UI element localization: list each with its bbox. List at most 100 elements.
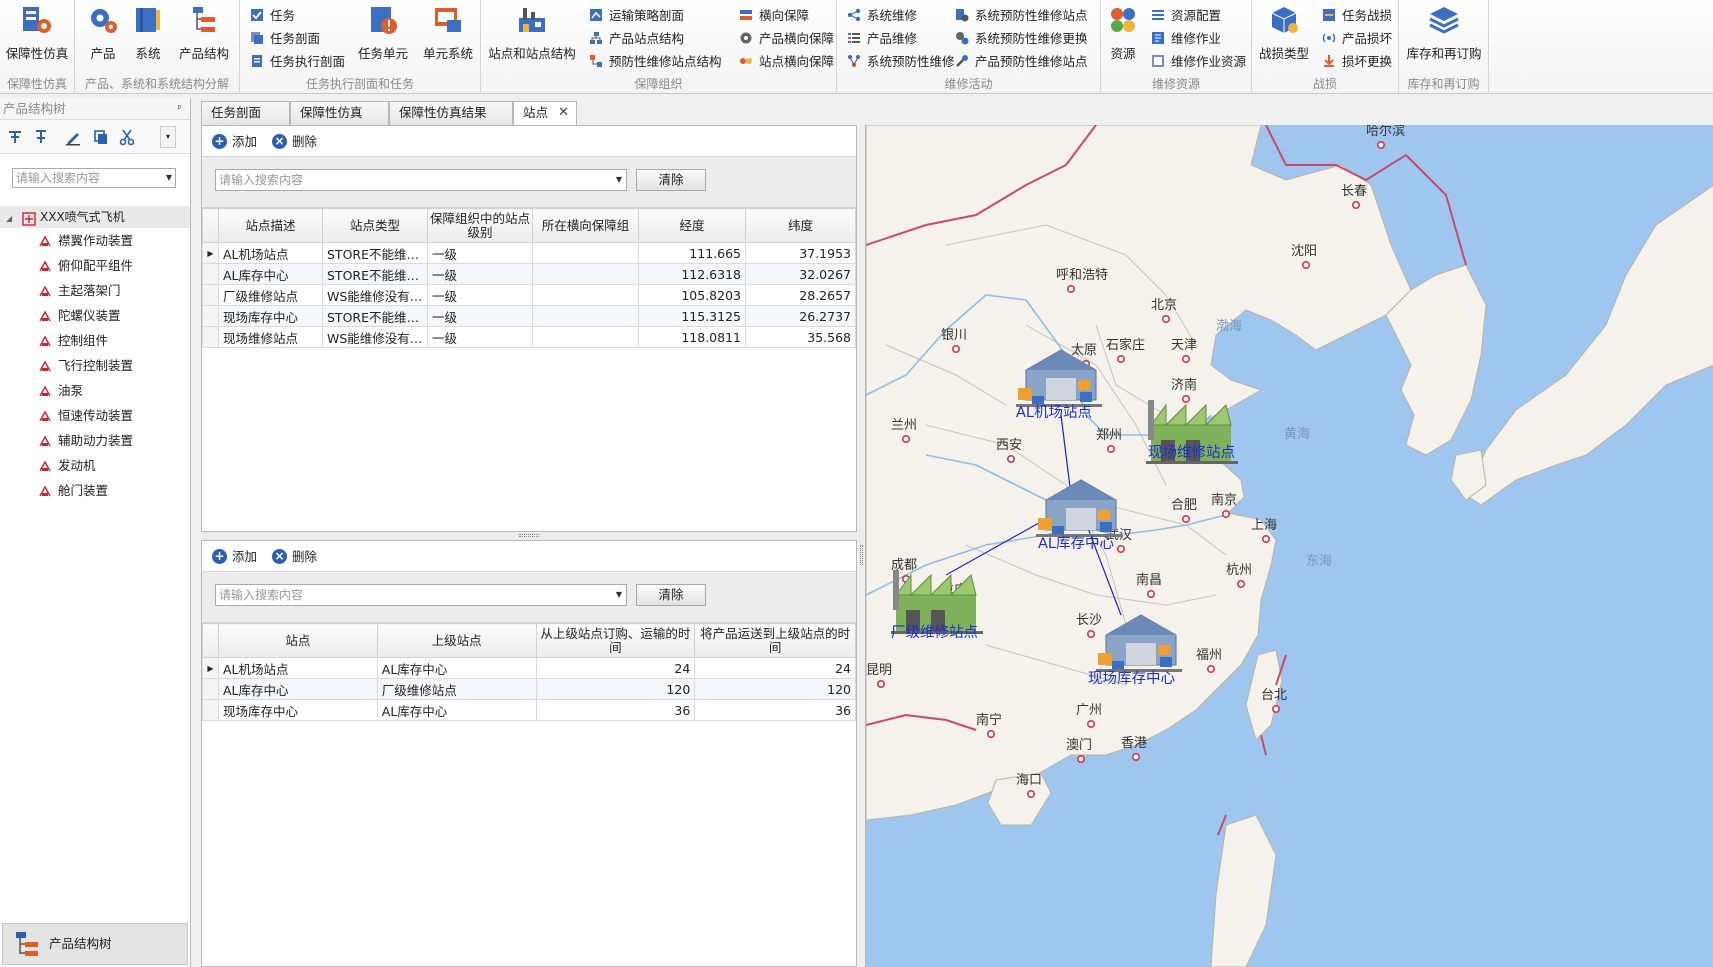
table-cell[interactable]: AL库存中心 — [217, 678, 378, 700]
dropdown-arrow-icon[interactable]: ▼ — [616, 170, 622, 190]
table-cell[interactable]: 120 — [694, 678, 856, 700]
table-row[interactable]: 现场库存中心 STORE不能维… 一级 115.3125 26.2737 — [202, 305, 856, 327]
sites-clear-button[interactable]: 清除 — [636, 169, 706, 191]
tree-item[interactable]: 俯仰配平组件 — [0, 253, 190, 278]
toolbar-overflow-button[interactable]: ▾ — [160, 126, 176, 148]
tree-item[interactable]: 襟翼作动装置 — [0, 228, 190, 253]
battle-type-button[interactable]: 战损类型 — [1254, 4, 1314, 62]
table-cell[interactable]: 一级 — [427, 284, 533, 306]
collapse-icon[interactable]: ◢ — [6, 214, 12, 223]
table-cell[interactable]: 118.0811 — [638, 326, 746, 348]
table-row[interactable]: 厂级维修站点 WS能维修没有… 一级 105.8203 28.2657 — [202, 284, 856, 306]
sys-prev-replace-button[interactable]: 系统预防性维修更换 — [955, 29, 1088, 49]
product-lateral-button[interactable]: 产品横向保障 — [739, 29, 834, 49]
sites-button[interactable]: 站点和站点结构 — [487, 4, 577, 62]
table-cell[interactable]: STORE不能维… — [322, 242, 428, 264]
table-cell[interactable]: STORE不能维… — [322, 263, 428, 285]
row-indicator[interactable]: ▶ — [202, 242, 219, 264]
table-cell[interactable] — [532, 263, 639, 285]
row-indicator[interactable] — [202, 263, 219, 285]
system-button[interactable]: 系统 — [128, 4, 168, 62]
resources-button[interactable]: 资源 — [1105, 4, 1141, 62]
tab-support-sim-result[interactable]: 保障性仿真结果 — [389, 101, 513, 125]
table-cell[interactable]: 105.8203 — [638, 284, 746, 306]
delete-site-button[interactable]: × 删除 — [272, 133, 317, 151]
tab-sites[interactable]: 站点 ✕ — [513, 101, 577, 126]
delete-structure-button[interactable]: × 删除 — [272, 548, 317, 566]
transport-profile-button[interactable]: 运输策略剖面 — [589, 6, 684, 26]
maint-job-res-button[interactable]: 维修作业资源 — [1151, 52, 1246, 72]
table-row[interactable]: AL库存中心 厂级维修站点 120 120 — [202, 678, 856, 700]
table-cell[interactable]: 现场库存中心 — [217, 699, 378, 721]
add-site-button[interactable]: + 添加 — [212, 133, 257, 151]
task-profile-button[interactable]: 任务剖面 — [250, 29, 320, 49]
prod-maint-button[interactable]: 产品维修 — [847, 29, 917, 49]
site-lateral-button[interactable]: 站点横向保障 — [739, 52, 834, 72]
table-cell[interactable]: 厂级维修站点 — [218, 284, 323, 306]
tree-item[interactable]: 舱门装置 — [0, 478, 190, 503]
row-indicator[interactable]: ▶ — [202, 657, 219, 679]
row-indicator[interactable] — [202, 699, 219, 721]
column-header[interactable]: 从上级站点订购、运输的时间 — [535, 623, 696, 658]
table-cell[interactable]: AL机场站点 — [218, 242, 323, 264]
inventory-button[interactable]: 库存和再订购 — [1403, 4, 1485, 62]
tab-support-sim[interactable]: 保障性仿真 — [290, 101, 389, 125]
close-icon[interactable]: ✕ — [558, 102, 569, 124]
dropdown-arrow-icon[interactable]: ▼ — [616, 585, 622, 605]
row-indicator[interactable] — [202, 678, 219, 700]
table-cell[interactable]: WS能维修没有… — [322, 326, 428, 348]
copy-icon[interactable] — [92, 128, 110, 146]
unit-system-button[interactable]: 单元系统 — [418, 4, 478, 62]
task-exec-profile-button[interactable]: 任务执行剖面 — [250, 52, 345, 72]
sim-button[interactable]: 保障性仿真 — [2, 4, 72, 62]
add-child-icon[interactable] — [32, 128, 50, 146]
table-cell[interactable]: 24 — [694, 657, 856, 679]
table-cell[interactable]: 28.2657 — [745, 284, 856, 306]
prod-prev-site-button[interactable]: 产品预防性维修站点 — [955, 52, 1088, 72]
table-cell[interactable]: 厂级维修站点 — [376, 678, 537, 700]
edit-icon[interactable] — [64, 128, 82, 146]
column-header[interactable]: 站点类型 — [322, 208, 428, 243]
tree-item[interactable]: 恒速传动装置 — [0, 403, 190, 428]
pin-icon[interactable]: ᵖ — [177, 98, 182, 120]
table-cell[interactable]: 115.3125 — [638, 305, 746, 327]
table-cell[interactable] — [532, 242, 639, 264]
column-header[interactable]: 站点描述 — [218, 208, 323, 243]
res-config-button[interactable]: 资源配置 — [1151, 6, 1221, 26]
table-cell[interactable]: 26.2737 — [745, 305, 856, 327]
table-row[interactable]: ▶ AL机场站点 STORE不能维… 一级 111.665 37.1953 — [202, 242, 856, 264]
task-unit-button[interactable]: 任务单元 — [352, 4, 414, 62]
tree-item[interactable]: 主起落架门 — [0, 278, 190, 303]
column-header[interactable]: 所在横向保障组 — [532, 208, 639, 243]
table-cell[interactable]: 35.568 — [745, 326, 856, 348]
dropdown-arrow-icon[interactable]: ▼ — [166, 169, 172, 187]
column-header[interactable]: 纬度 — [745, 208, 856, 243]
tree-item[interactable]: 控制组件 — [0, 328, 190, 353]
table-cell[interactable]: 32.0267 — [745, 263, 856, 285]
row-indicator[interactable] — [202, 326, 219, 348]
table-cell[interactable]: 一级 — [427, 326, 533, 348]
lateral-button[interactable]: 横向保障 — [739, 6, 809, 26]
sys-maint-button[interactable]: 系统维修 — [847, 6, 917, 26]
table-cell[interactable]: 36 — [694, 699, 856, 721]
table-cell[interactable]: 111.665 — [638, 242, 746, 264]
prod-damage-button[interactable]: 产品损坏 — [1322, 29, 1392, 49]
maint-job-button[interactable]: 维修作业 — [1151, 29, 1221, 49]
table-row[interactable]: 现场维修站点 WS能维修没有… 一级 118.0811 35.568 — [202, 326, 856, 348]
add-node-icon[interactable] — [6, 128, 24, 146]
table-cell[interactable]: 112.6318 — [638, 263, 746, 285]
table-cell[interactable]: AL库存中心 — [376, 657, 537, 679]
sites-search-input[interactable]: 请输入搜索内容 ▼ — [215, 169, 627, 191]
tab-task-profile[interactable]: 任务剖面 — [201, 101, 290, 125]
table-cell[interactable]: 现场库存中心 — [218, 305, 323, 327]
add-structure-button[interactable]: + 添加 — [212, 548, 257, 566]
table-row[interactable]: 现场库存中心 AL库存中心 36 36 — [202, 699, 856, 721]
row-indicator[interactable] — [202, 305, 219, 327]
tree-item[interactable]: 发动机 — [0, 453, 190, 478]
column-header[interactable]: 将产品运送到上级站点的时间 — [694, 623, 856, 658]
table-cell[interactable] — [532, 305, 639, 327]
table-cell[interactable]: 24 — [535, 657, 696, 679]
table-cell[interactable]: AL机场站点 — [217, 657, 378, 679]
tree-root[interactable]: ◢ XXX喷气式飞机 — [0, 206, 190, 228]
damage-replace-button[interactable]: 损坏更换 — [1322, 52, 1392, 72]
